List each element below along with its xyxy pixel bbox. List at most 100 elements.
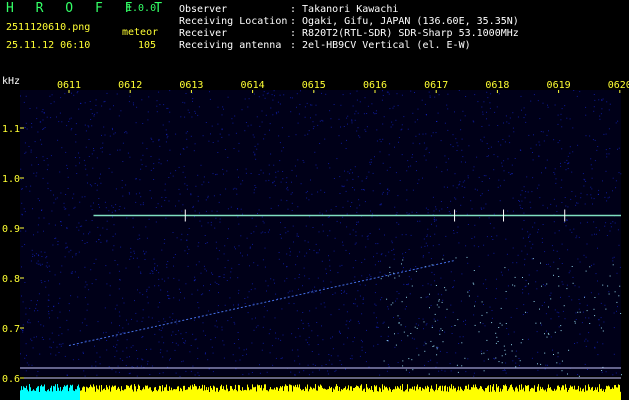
- noise-dot: [610, 226, 612, 228]
- noise-dot: [75, 134, 77, 135]
- noise-dot: [256, 116, 258, 118]
- noise-dot: [436, 348, 438, 350]
- noise-dot: [384, 273, 386, 275]
- noise-dot: [74, 271, 76, 273]
- noise-dot: [95, 365, 97, 367]
- noise-dot: [482, 111, 484, 113]
- noise-dot: [473, 245, 475, 247]
- noise-dot: [396, 212, 398, 214]
- noise-dot: [24, 126, 26, 128]
- noise-dot: [253, 302, 255, 304]
- noise-dot: [201, 184, 203, 186]
- noise-dot: [253, 329, 255, 331]
- noise-dot: [467, 177, 469, 179]
- noise-dot: [483, 175, 485, 177]
- noise-dot: [302, 285, 303, 287]
- floor-bar: [326, 389, 327, 400]
- noise-dot: [153, 163, 155, 165]
- noise-dot: [541, 285, 542, 287]
- noise-dot: [430, 359, 432, 361]
- noise-dot: [292, 225, 294, 227]
- noise-dot: [311, 104, 313, 106]
- noise-dot: [347, 115, 349, 117]
- noise-dot: [350, 206, 351, 207]
- noise-dot: [372, 190, 374, 192]
- floor-bar: [530, 388, 531, 400]
- noise-dot: [612, 374, 614, 376]
- noise-dot: [586, 194, 588, 196]
- noise-dot: [87, 303, 89, 305]
- noise-dot: [219, 276, 221, 277]
- noise-dot: [599, 229, 600, 231]
- noise-dot: [598, 293, 600, 295]
- noise-dot: [101, 134, 102, 136]
- noise-dot: [351, 355, 353, 357]
- noise-dot: [460, 204, 462, 206]
- noise-dot: [548, 306, 549, 308]
- floor-bar: [340, 391, 341, 400]
- noise-dot: [167, 295, 168, 296]
- noise-dot: [164, 183, 166, 185]
- floor-bar: [67, 384, 68, 400]
- noise-dot: [536, 288, 538, 290]
- noise-dot: [482, 323, 484, 325]
- floor-bar: [492, 386, 493, 400]
- noise-dot: [428, 152, 430, 154]
- noise-dot: [381, 193, 383, 195]
- noise-dot: [46, 158, 48, 159]
- floor-bar: [189, 387, 190, 400]
- floor-bar: [214, 386, 215, 400]
- noise-dot: [43, 325, 45, 327]
- noise-dot: [352, 341, 354, 343]
- header-panel: H R O F F T 1.0.0 2511120610.png 25.11.1…: [0, 0, 629, 76]
- floor-bar: [84, 386, 85, 400]
- floor-bar: [213, 385, 214, 400]
- noise-dot: [37, 371, 39, 372]
- noise-dot: [203, 265, 205, 267]
- noise-dot: [260, 169, 262, 171]
- noise-dot: [530, 147, 532, 149]
- noise-dot: [149, 374, 151, 375]
- noise-dot: [330, 355, 332, 357]
- noise-dot: [314, 151, 316, 153]
- noise-dot: [83, 159, 85, 161]
- noise-dot: [56, 346, 58, 348]
- noise-dot: [203, 181, 205, 183]
- noise-dot: [455, 198, 457, 200]
- noise-dot: [422, 133, 424, 135]
- noise-dot: [354, 113, 356, 115]
- noise-dot: [49, 270, 51, 272]
- noise-dot: [584, 363, 586, 365]
- noise-dot: [267, 92, 269, 94]
- floor-bar: [565, 384, 566, 400]
- noise-dot: [583, 178, 585, 180]
- floor-bar: [242, 387, 243, 400]
- noise-dot: [448, 211, 450, 212]
- noise-dot: [405, 326, 407, 328]
- floor-bar: [463, 391, 464, 400]
- noise-dot: [387, 335, 389, 337]
- floor-bar: [569, 387, 570, 400]
- floor-bar: [491, 391, 492, 400]
- noise-dot: [282, 147, 284, 149]
- noise-dot: [514, 276, 516, 278]
- noise-dot: [490, 93, 492, 95]
- noise-dot: [146, 349, 147, 350]
- noise-dot: [501, 362, 503, 364]
- noise-dot: [586, 221, 588, 223]
- noise-dot: [512, 112, 514, 114]
- noise-dot: [64, 93, 66, 95]
- noise-dot: [95, 99, 97, 101]
- noise-dot: [556, 374, 558, 376]
- floor-bar: [409, 388, 410, 400]
- floor-bar: [42, 386, 43, 400]
- noise-dot: [572, 282, 574, 284]
- noise-dot: [149, 190, 151, 192]
- noise-dot: [339, 176, 341, 178]
- noise-dot: [342, 206, 344, 208]
- noise-dot: [172, 232, 174, 233]
- noise-dot: [156, 269, 157, 271]
- noise-dot: [69, 310, 70, 312]
- noise-dot: [431, 271, 433, 273]
- noise-dot: [283, 263, 284, 265]
